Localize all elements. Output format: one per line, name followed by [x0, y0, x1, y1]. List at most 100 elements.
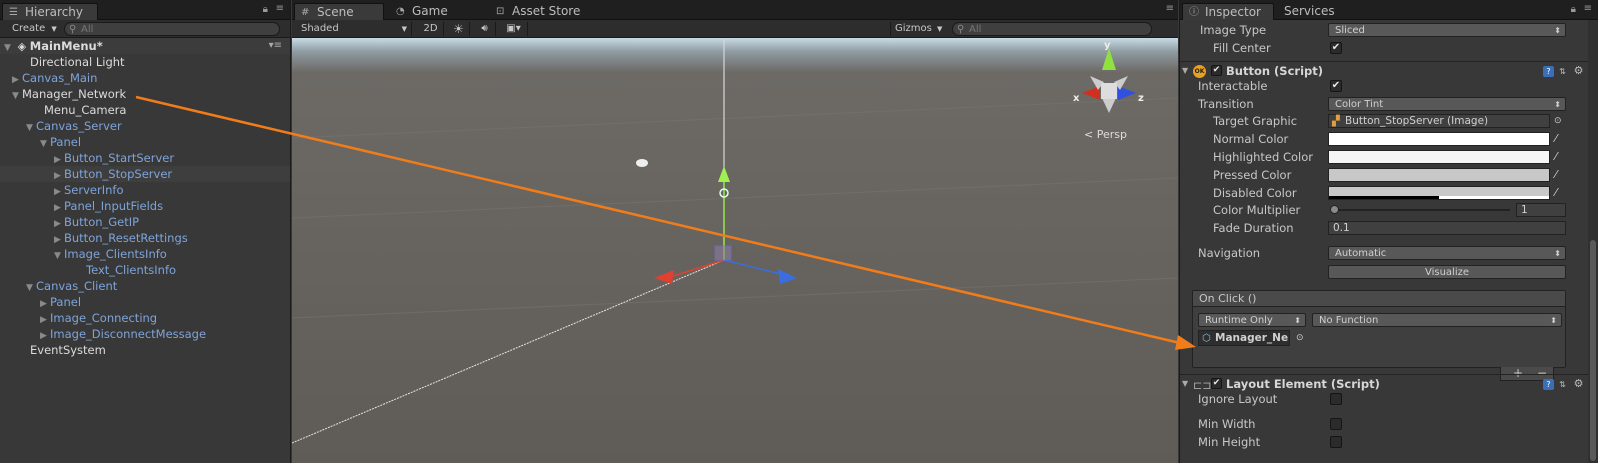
transform-x-handle[interactable]	[666, 259, 725, 279]
pressed-color-swatch[interactable]	[1328, 168, 1550, 182]
hierarchy-item[interactable]: ▶ Panel_InputFields	[0, 198, 290, 214]
tab-services[interactable]: Services	[1274, 3, 1354, 20]
image-type-dropdown[interactable]: Sliced ⬍	[1328, 23, 1566, 37]
min-width-checkbox[interactable]	[1330, 418, 1342, 430]
slider-thumb[interactable]	[1330, 205, 1339, 214]
color-multiplier-input[interactable]: 1	[1516, 203, 1566, 217]
eyedropper-icon[interactable]: ⁄	[1555, 186, 1567, 200]
help-icon[interactable]: ?	[1543, 379, 1554, 390]
tab-inspector-label: Inspector	[1205, 5, 1261, 19]
hierarchy-item[interactable]: ▼ Manager_Network	[0, 86, 290, 102]
alpha-bar	[1439, 196, 1549, 199]
tab-inspector[interactable]: ⓘ Inspector	[1182, 3, 1274, 20]
navigation-dropdown[interactable]: Automatic ⬍	[1328, 246, 1566, 260]
z-arrow-icon[interactable]	[778, 269, 797, 284]
hierarchy-item[interactable]: ▼ Image_ClientsInfo	[0, 246, 290, 262]
hierarchy-item[interactable]: Menu_Camera	[0, 102, 290, 118]
transition-dropdown[interactable]: Color Tint ⬍	[1328, 97, 1566, 111]
x-arrow-icon[interactable]	[654, 270, 674, 284]
ignore-layout-checkbox[interactable]	[1330, 393, 1342, 405]
lock-icon[interactable]: 🔒︎	[263, 4, 268, 15]
tab-game[interactable]: ◔ Game	[390, 3, 480, 20]
hierarchy-item[interactable]: ▶ Button_StopServer	[0, 166, 290, 182]
audio-toggle-icon[interactable]: 🔊︎	[474, 22, 496, 36]
interactable-checkbox[interactable]: ✔	[1330, 80, 1342, 92]
gear-icon[interactable]: ⚙	[1573, 378, 1584, 389]
scene-viewport[interactable]: y x z < Persp	[292, 38, 1178, 463]
runtime-dropdown[interactable]: Runtime Only ⬍	[1198, 313, 1306, 327]
tab-asset-store[interactable]: ⊡ Asset Store	[490, 3, 590, 20]
2d-toggle[interactable]: 2D	[418, 22, 444, 36]
y-arrow-icon[interactable]	[718, 166, 730, 182]
scene-row[interactable]: ▼ ◈ MainMenu* ▾≡	[0, 38, 290, 54]
color-multiplier-slider[interactable]	[1330, 209, 1510, 211]
hierarchy-item[interactable]: ▶ Image_DisconnectMessage	[0, 326, 290, 342]
object-picker-icon[interactable]: ⊙	[1296, 331, 1308, 345]
hierarchy-item[interactable]: Text_ClientsInfo	[0, 262, 290, 278]
effects-dropdown-icon[interactable]: ▣▾	[500, 22, 528, 36]
fade-duration-input[interactable]: 0.1	[1328, 221, 1566, 235]
dropdown-arrow-icon: ▼	[51, 25, 57, 33]
hierarchy-item[interactable]: ▶ Button_GetIP	[0, 214, 290, 230]
hierarchy-item[interactable]: ▶ Panel	[0, 294, 290, 310]
menu-icon[interactable]: ≡	[1166, 3, 1174, 14]
dropdown-arrow-icon: ⬍	[1554, 26, 1561, 35]
lock-icon[interactable]: 🔒︎	[1571, 4, 1576, 15]
target-graphic-field[interactable]: ▞ Button_StopServer (Image)	[1328, 114, 1550, 128]
lighting-toggle-icon[interactable]: ☀	[448, 22, 470, 36]
hierarchy-item[interactable]: ▼ Canvas_Server	[0, 118, 290, 134]
visualize-button[interactable]: Visualize	[1328, 265, 1566, 279]
hierarchy-item[interactable]: ▶ Button_StartServer	[0, 150, 290, 166]
fill-center-checkbox[interactable]: ✔	[1330, 42, 1342, 54]
inspector-scrollbar[interactable]	[1588, 20, 1598, 463]
hierarchy-item[interactable]: EventSystem	[0, 342, 290, 358]
scene-menu-icon[interactable]: ▾≡	[269, 38, 282, 54]
function-dropdown[interactable]: No Function ⬍	[1312, 313, 1562, 327]
eyedropper-icon[interactable]: ⁄	[1555, 150, 1567, 164]
navigation-label: Navigation	[1198, 246, 1261, 260]
preset-icon[interactable]: ⇅	[1557, 379, 1568, 390]
help-icon[interactable]: ?	[1543, 66, 1554, 77]
pressed-color-row: Pressed Color ⁄	[1180, 166, 1588, 184]
hierarchy-item[interactable]: ▼ Canvas_Client	[0, 278, 290, 294]
menu-icon[interactable]: ≡	[1584, 3, 1592, 14]
hierarchy-item[interactable]: ▶ Canvas_Main	[0, 70, 290, 86]
hierarchy-item[interactable]: ▶ ServerInfo	[0, 182, 290, 198]
onclick-object-field[interactable]: ⬡ Manager_Ne	[1198, 330, 1290, 346]
hierarchy-item[interactable]: ▼ Panel	[0, 134, 290, 150]
eyedropper-icon[interactable]: ⁄	[1555, 168, 1567, 182]
min-height-label: Min Height	[1198, 435, 1261, 449]
normal-color-swatch[interactable]	[1328, 132, 1550, 146]
object-picker-icon[interactable]: ⊙	[1554, 114, 1566, 128]
preset-icon[interactable]: ⇅	[1557, 66, 1568, 77]
axis-y-label: y	[1104, 40, 1111, 51]
menu-icon[interactable]: ≡	[276, 3, 284, 14]
scene-search-input[interactable]: ⚲ All	[952, 22, 1152, 36]
hierarchy-item-label: Button_StopServer	[64, 167, 173, 181]
disabled-color-swatch[interactable]	[1328, 186, 1550, 200]
hierarchy-item[interactable]: ▶ Image_Connecting	[0, 310, 290, 326]
button-enabled-checkbox[interactable]: ✔	[1211, 65, 1222, 76]
transform-z-handle[interactable]	[723, 259, 786, 276]
gizmos-label: Gizmos	[895, 23, 932, 34]
highlighted-color-swatch[interactable]	[1328, 150, 1550, 164]
dropdown-arrow-icon: ⬍	[1294, 316, 1301, 325]
gear-icon[interactable]: ⚙	[1573, 65, 1584, 76]
eyedropper-icon[interactable]: ⁄	[1555, 132, 1567, 146]
create-button[interactable]: Create ▼	[4, 22, 60, 36]
hierarchy-search-input[interactable]: ⚲ All	[64, 22, 280, 36]
tab-scene[interactable]: # Scene	[294, 3, 384, 20]
transform-center-icon[interactable]	[714, 245, 732, 261]
persp-toggle[interactable]: < Persp	[1084, 128, 1127, 141]
tab-asset-store-label: Asset Store	[512, 4, 581, 18]
layout-enabled-checkbox[interactable]: ✔	[1211, 378, 1222, 389]
shading-dropdown[interactable]: Shaded ▼	[296, 22, 412, 36]
hierarchy-item[interactable]: ▶ Button_ResetRettings	[0, 230, 290, 246]
min-height-checkbox[interactable]	[1330, 436, 1342, 448]
scrollbar-thumb[interactable]	[1590, 240, 1596, 461]
gizmos-dropdown[interactable]: Gizmos ▼	[890, 22, 946, 36]
orientation-gizmo[interactable]	[1082, 48, 1136, 113]
onclick-header: On Click ()	[1193, 291, 1565, 307]
tab-hierarchy[interactable]: ☰ Hierarchy	[2, 3, 98, 20]
hierarchy-item[interactable]: Directional Light	[0, 54, 290, 70]
